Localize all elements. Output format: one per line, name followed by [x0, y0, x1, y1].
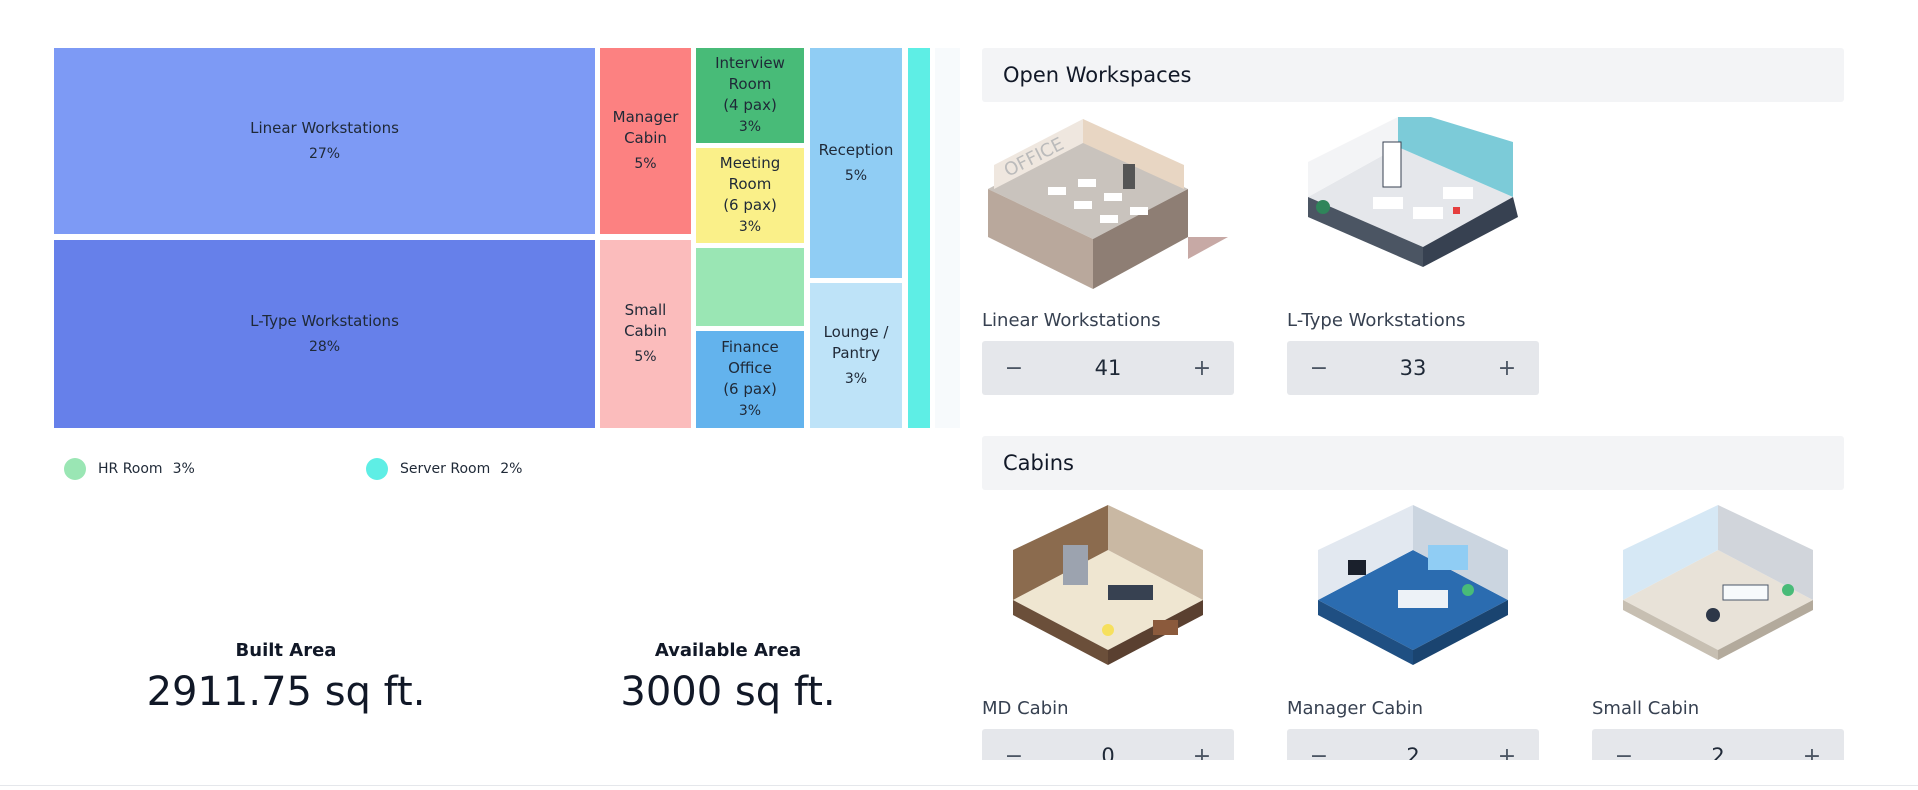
built-area: Built Area 2911.75 sq ft.	[121, 640, 451, 715]
legend-label: Server Room	[400, 461, 491, 477]
tile-percent: 5%	[634, 349, 657, 366]
card-small-cabin: Small Cabin − 2 +	[1592, 502, 1844, 760]
increment-button[interactable]: +	[1495, 744, 1519, 761]
card-manager-cabin: Manager Cabin − 2 +	[1287, 502, 1539, 760]
tile-percent: 5%	[634, 156, 657, 173]
available-area: Available Area 3000 sq ft.	[563, 640, 893, 715]
tile-hr-room[interactable]	[696, 248, 804, 326]
item-name: Manager Cabin	[1287, 698, 1424, 719]
tile-meeting-room[interactable]: Meeting Room (6 pax) 3%	[696, 148, 804, 243]
increment-button[interactable]: +	[1800, 744, 1824, 761]
legend-percent: 2%	[500, 461, 523, 477]
tile-label: Small Cabin	[624, 301, 667, 341]
manager-cabin-image	[1287, 502, 1539, 692]
tile-remaining	[935, 48, 960, 428]
decrement-button[interactable]: −	[1002, 744, 1026, 761]
tile-label: L-Type Workstations	[250, 311, 399, 330]
tile-percent: 3%	[844, 370, 868, 387]
tile-server-room[interactable]	[908, 48, 930, 428]
bottom-divider	[0, 785, 1918, 786]
tile-label: Manager Cabin	[612, 108, 679, 148]
tile-l-type-workstations[interactable]: L-Type Workstations 28%	[54, 240, 595, 428]
quantity-stepper: − 0 +	[982, 729, 1234, 760]
tile-label: Interview Room (4 pax)	[715, 54, 785, 115]
legend-server-room: Server Room 2%	[366, 458, 522, 480]
legend-dot	[64, 458, 86, 480]
quantity-stepper: − 2 +	[1287, 729, 1539, 760]
legend-dot	[366, 458, 388, 480]
legend-hr-room: HR Room 3%	[64, 458, 195, 480]
increment-button[interactable]: +	[1190, 744, 1214, 761]
built-area-value: 2911.75 sq ft.	[146, 669, 426, 715]
available-area-value: 3000 sq ft.	[620, 669, 836, 715]
card-md-cabin: MD Cabin − 0 +	[982, 502, 1234, 760]
quantity-stepper: − 2 +	[1592, 729, 1844, 760]
quantity-value[interactable]: 2	[1711, 744, 1724, 760]
tile-label: Linear Workstations	[250, 118, 399, 137]
tile-small-cabin[interactable]: Small Cabin 5%	[600, 240, 691, 428]
small-cabin-image	[1592, 502, 1844, 692]
item-name: MD Cabin	[982, 698, 1069, 719]
tile-label: Reception	[818, 140, 894, 159]
tile-lounge-pantry[interactable]: Lounge / Pantry 3%	[810, 283, 902, 428]
cabins-scroll-area[interactable]: MD Cabin − 0 + Manager Cabin − 2 + Small…	[960, 0, 1918, 760]
legend-label: HR Room	[98, 461, 163, 477]
built-area-title: Built Area	[235, 640, 337, 661]
tile-finance-office[interactable]: Finance Office (6 pax) 3%	[696, 331, 804, 428]
tile-reception[interactable]: Reception 5%	[810, 48, 902, 278]
tile-label: Finance Office (6 pax)	[721, 338, 779, 399]
item-name: Small Cabin	[1592, 698, 1700, 719]
tile-manager-cabin[interactable]: Manager Cabin 5%	[600, 48, 691, 234]
area-treemap: Linear Workstations 27% L-Type Workstati…	[54, 48, 960, 428]
available-area-title: Available Area	[654, 640, 802, 661]
tile-percent: 3%	[738, 219, 762, 236]
tile-percent: 3%	[738, 403, 762, 420]
tile-percent: 5%	[844, 167, 868, 184]
tile-interview-room[interactable]: Interview Room (4 pax) 3%	[696, 48, 804, 143]
tile-label: Meeting Room (6 pax)	[719, 154, 781, 215]
quantity-value[interactable]: 0	[1101, 744, 1114, 760]
tile-label: Lounge / Pantry	[823, 322, 889, 362]
tile-percent: 27%	[308, 145, 341, 162]
tile-linear-workstations[interactable]: Linear Workstations 27%	[54, 48, 595, 234]
legend-percent: 3%	[172, 461, 195, 477]
quantity-value[interactable]: 2	[1406, 744, 1419, 760]
tile-percent: 28%	[308, 338, 341, 355]
md-cabin-image	[982, 502, 1234, 692]
decrement-button[interactable]: −	[1307, 744, 1331, 761]
decrement-button[interactable]: −	[1612, 744, 1636, 761]
tile-percent: 3%	[738, 119, 762, 136]
